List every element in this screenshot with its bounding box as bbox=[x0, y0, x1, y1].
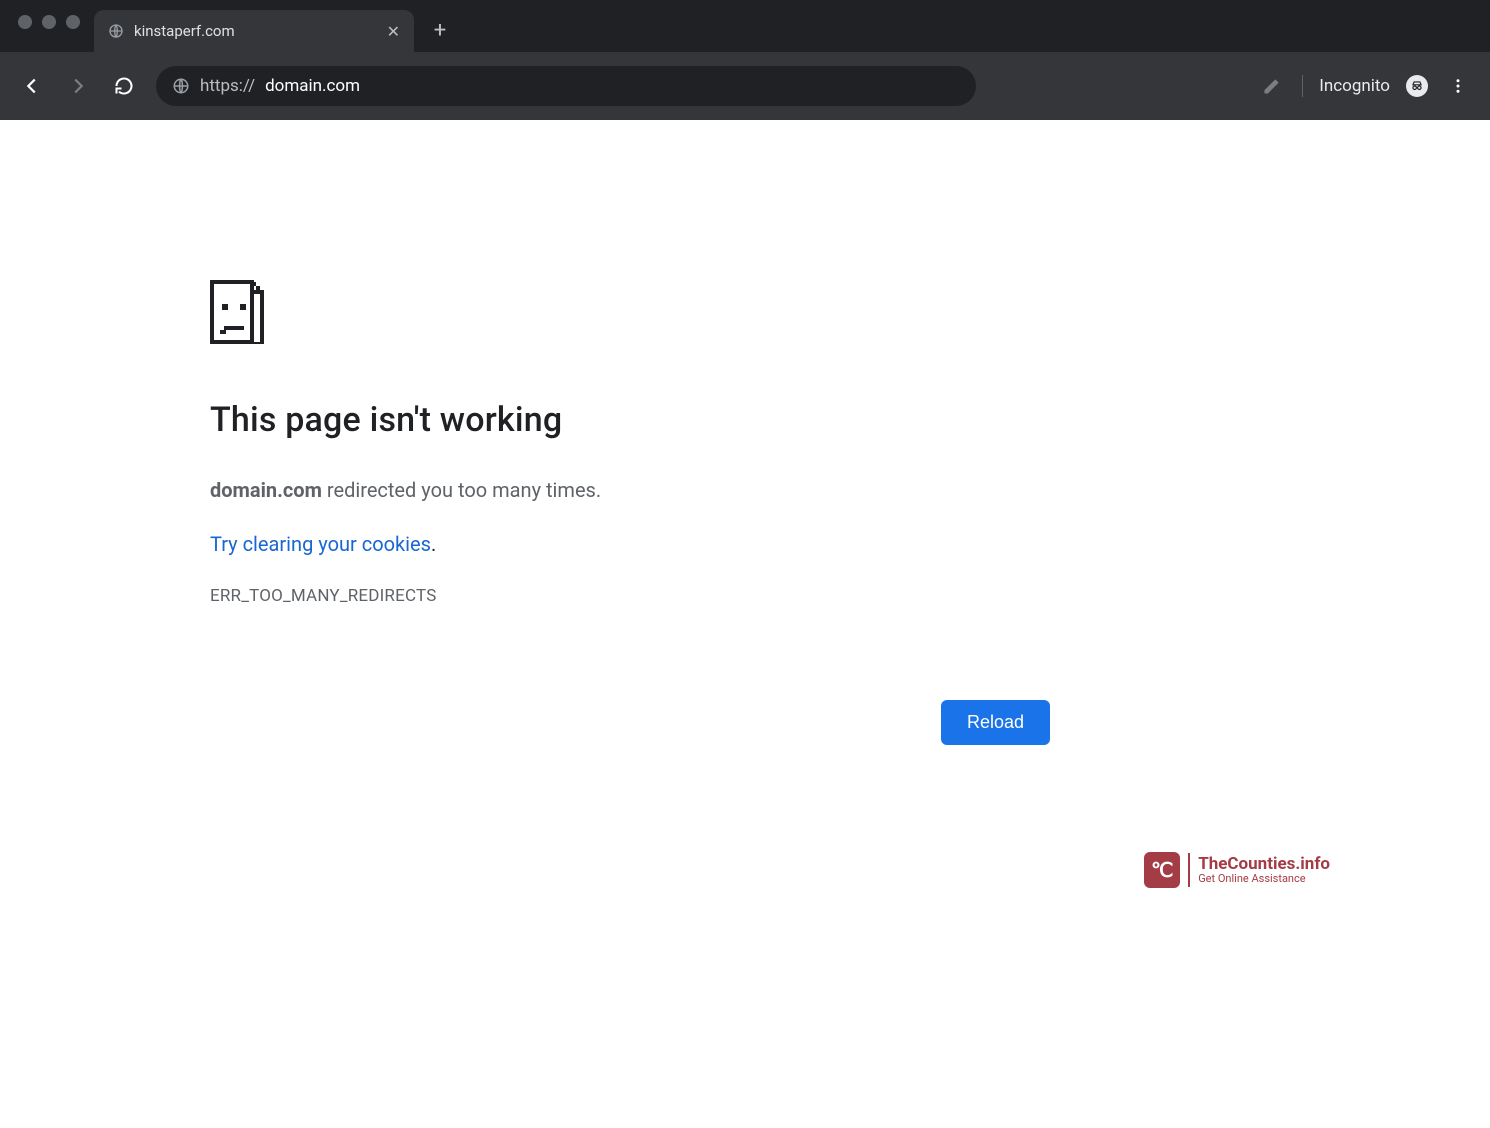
back-button[interactable] bbox=[18, 72, 46, 100]
address-bar[interactable]: https:// domain.com bbox=[156, 66, 976, 106]
window-close-dot[interactable] bbox=[18, 15, 32, 29]
sad-page-icon bbox=[210, 280, 1050, 344]
new-tab-button[interactable]: + bbox=[420, 10, 460, 50]
reload-button[interactable]: Reload bbox=[941, 700, 1050, 745]
error-desc-rest: redirected you too many times. bbox=[322, 478, 601, 502]
watermark-glyph: ℃ bbox=[1144, 852, 1180, 888]
error-description: domain.com redirected you too many times… bbox=[210, 478, 1050, 502]
reload-icon[interactable] bbox=[110, 72, 138, 100]
error-suggestion: Try clearing your cookies. bbox=[210, 532, 1050, 556]
browser-tab[interactable]: kinstaperf.com ✕ bbox=[94, 10, 414, 52]
tab-title: kinstaperf.com bbox=[134, 22, 377, 40]
globe-icon bbox=[108, 23, 124, 39]
site-info-icon[interactable] bbox=[172, 77, 190, 95]
kebab-menu-icon[interactable] bbox=[1444, 72, 1472, 100]
window-zoom-dot[interactable] bbox=[66, 15, 80, 29]
watermark-logo: ℃ TheCounties.info Get Online Assistance bbox=[1144, 852, 1330, 888]
window-controls[interactable] bbox=[12, 0, 94, 52]
link-period: . bbox=[431, 532, 436, 556]
error-code: ERR_TOO_MANY_REDIRECTS bbox=[210, 586, 1050, 606]
url-host: domain.com bbox=[265, 76, 360, 96]
error-heading: This page isn't working bbox=[210, 400, 1050, 440]
watermark-divider bbox=[1188, 853, 1190, 887]
url-protocol: https:// bbox=[200, 76, 255, 96]
forward-button[interactable] bbox=[64, 72, 92, 100]
separator bbox=[1302, 75, 1303, 97]
watermark-subtitle: Get Online Assistance bbox=[1198, 873, 1330, 884]
extension-icon[interactable] bbox=[1258, 72, 1286, 100]
watermark-title: TheCounties.info bbox=[1198, 856, 1330, 873]
error-host: domain.com bbox=[210, 478, 322, 502]
clear-cookies-link[interactable]: Try clearing your cookies bbox=[210, 532, 431, 556]
incognito-icon bbox=[1406, 75, 1428, 97]
error-interstitial: This page isn't working domain.com redir… bbox=[210, 280, 1050, 606]
window-minimize-dot[interactable] bbox=[42, 15, 56, 29]
close-icon[interactable]: ✕ bbox=[387, 22, 400, 41]
incognito-label: Incognito bbox=[1319, 76, 1390, 96]
